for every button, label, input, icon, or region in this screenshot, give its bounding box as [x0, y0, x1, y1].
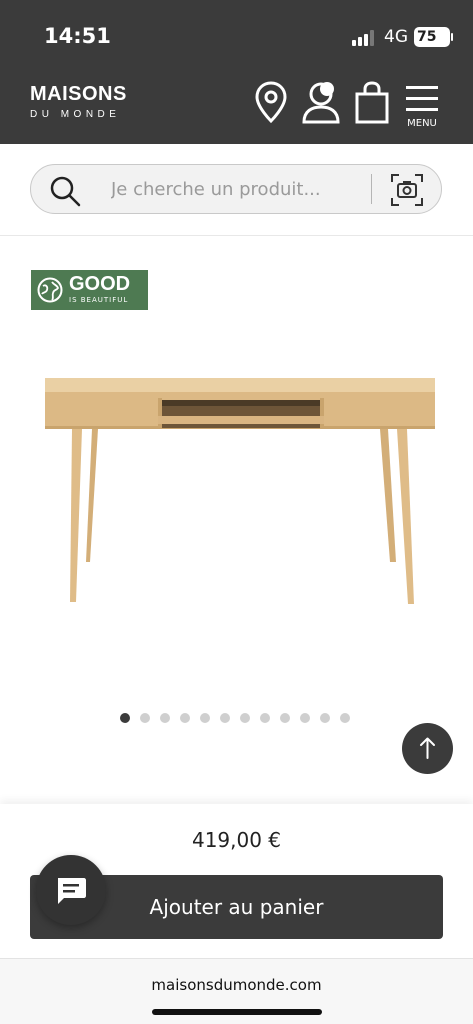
- search-divider: [371, 174, 372, 204]
- carousel-dot[interactable]: [140, 713, 150, 723]
- network-type: 4G: [384, 27, 408, 47]
- product-price: 419,00 €: [191, 828, 282, 852]
- carousel-dot[interactable]: [180, 713, 190, 723]
- globe-icon: [37, 277, 63, 303]
- logo-main-text: MAISONS: [30, 83, 127, 105]
- search-input[interactable]: [111, 176, 361, 202]
- browser-bottom-bar: maisonsdumonde.com: [0, 958, 473, 1024]
- carousel-dot[interactable]: [280, 713, 290, 723]
- logo-sub-text: DU MONDE: [30, 109, 121, 120]
- wooden-desk-image: [45, 378, 435, 604]
- menu-label: MENU: [407, 118, 437, 129]
- carousel-dot[interactable]: [320, 713, 330, 723]
- location-pin-icon: [255, 81, 287, 124]
- signal-icon: [352, 30, 378, 46]
- badge-title: GOOD: [69, 273, 131, 295]
- menu-button[interactable]: MENU: [404, 84, 440, 132]
- chat-button[interactable]: [36, 855, 106, 925]
- camera-search-icon[interactable]: [390, 173, 424, 207]
- product-image[interactable]: [40, 370, 440, 610]
- carousel-dot[interactable]: [200, 713, 210, 723]
- app-header: 14:51 4G 75 MAISONS DU MONDE MENU: [0, 0, 473, 144]
- status-time: 14:51: [44, 24, 111, 48]
- carousel-dot[interactable]: [220, 713, 230, 723]
- search-bar[interactable]: [30, 164, 442, 214]
- home-indicator[interactable]: [152, 1009, 322, 1015]
- shopping-bag-icon: [355, 81, 389, 124]
- battery-level: 75: [414, 27, 453, 47]
- good-is-beautiful-badge: GOOD IS BEAUTIFUL: [31, 270, 148, 310]
- search-section: [0, 144, 473, 236]
- carousel-dot[interactable]: [120, 713, 130, 723]
- scroll-to-top-button[interactable]: [402, 723, 453, 774]
- chat-bubble-icon: [58, 878, 86, 904]
- store-locator-button[interactable]: [254, 80, 288, 128]
- status-bar: 14:51 4G 75: [0, 0, 473, 76]
- carousel-dot[interactable]: [240, 713, 250, 723]
- carousel-dot[interactable]: [300, 713, 310, 723]
- account-button[interactable]: [300, 80, 344, 128]
- search-icon[interactable]: [49, 175, 81, 207]
- url-display[interactable]: maisonsdumonde.com: [0, 976, 473, 994]
- cart-button[interactable]: [354, 80, 390, 128]
- carousel-dot[interactable]: [260, 713, 270, 723]
- hamburger-icon: [406, 86, 438, 111]
- user-icon: [302, 82, 340, 124]
- arrow-up-icon: [420, 737, 435, 759]
- carousel-dot[interactable]: [340, 713, 350, 723]
- brand-logo[interactable]: MAISONS DU MONDE: [30, 83, 130, 121]
- badge-subtitle: IS BEAUTIFUL: [69, 296, 129, 304]
- carousel-dot[interactable]: [160, 713, 170, 723]
